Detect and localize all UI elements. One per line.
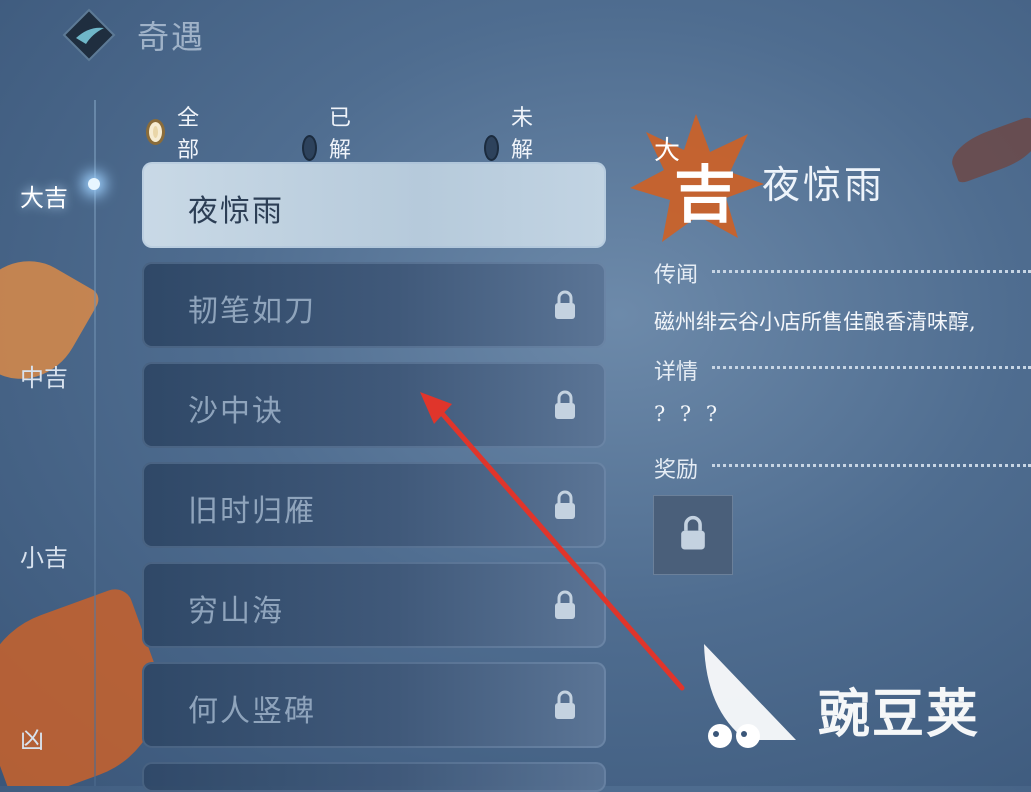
watermark-pea-icon	[704, 644, 796, 748]
reward-label: 奖励	[654, 458, 699, 483]
lock-icon	[555, 590, 575, 619]
rumor-label: 传闻	[654, 263, 699, 288]
radio-selected-icon	[146, 119, 166, 145]
encounter-name: 旧时归雁	[188, 494, 316, 529]
category-tab-zhongji[interactable]: 中吉	[20, 358, 68, 393]
category-tab-xiaoji[interactable]: 小吉	[20, 538, 68, 573]
encounter-item[interactable]: 何人竖碑	[142, 662, 606, 748]
encounter-item[interactable]: 穷山海	[142, 562, 606, 648]
badge-fortune: 吉	[674, 158, 737, 231]
maple-leaf-decoration	[945, 115, 1031, 185]
top-bar: 奇遇	[0, 0, 1031, 70]
encounter-name: 沙中诀	[188, 394, 284, 429]
reward-divider	[712, 464, 1031, 467]
category-tab-daji[interactable]: 大吉	[20, 178, 68, 213]
lock-icon	[555, 290, 575, 319]
lock-icon	[555, 690, 575, 719]
radio-icon	[302, 135, 317, 161]
category-timeline	[94, 100, 96, 786]
active-category-indicator	[88, 178, 100, 190]
encounter-name: 夜惊雨	[188, 194, 284, 229]
lock-icon	[681, 515, 705, 550]
encounter-item[interactable]: 旧时归雁	[142, 462, 606, 548]
encounter-item[interactable]: 夜惊雨	[142, 162, 606, 248]
encounter-item[interactable]: 沙中诀	[142, 362, 606, 448]
lock-icon	[555, 490, 575, 519]
encounter-name: 穷山海	[188, 594, 284, 629]
detail-title: 夜惊雨	[762, 163, 886, 207]
diamond-logo-icon	[62, 8, 116, 62]
filter-all[interactable]: 全部	[146, 100, 206, 164]
encounter-item-partial[interactable]	[142, 762, 606, 792]
page-title: 奇遇	[137, 18, 206, 56]
rumor-divider	[712, 270, 1031, 273]
encounter-name: 何人竖碑	[188, 694, 316, 729]
fortune-badge: 大 吉	[626, 112, 766, 252]
details-label: 详情	[654, 360, 699, 385]
lock-icon	[555, 390, 575, 419]
watermark-text: 豌豆荚	[818, 685, 981, 745]
details-divider	[712, 366, 1031, 369]
details-text: ? ? ?	[654, 402, 722, 426]
filter-all-label: 全部	[177, 106, 200, 163]
rumor-text: 磁州绯云谷小店所售佳酿香清味醇,	[654, 310, 976, 334]
encounter-name: 韧笔如刀	[188, 294, 316, 329]
encounter-item[interactable]: 韧笔如刀	[142, 262, 606, 348]
category-tab-xiong[interactable]: 凶	[20, 720, 44, 755]
reward-slot[interactable]	[653, 495, 733, 575]
radio-icon	[484, 135, 499, 161]
